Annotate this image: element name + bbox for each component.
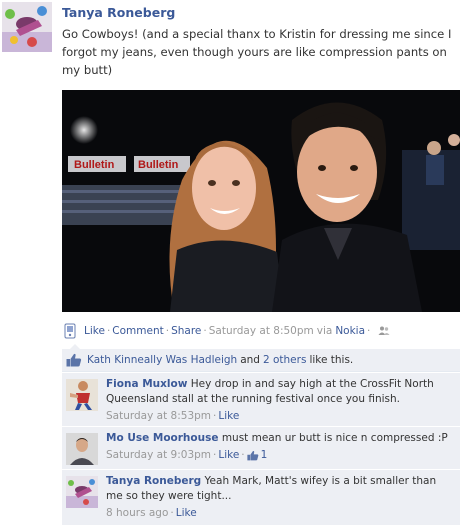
comment-author-name[interactable]: Mo Use Moorhouse — [106, 432, 218, 444]
thumbs-up-icon — [247, 450, 258, 461]
comment-item: Tanya Roneberg Yeah Mark, Matt's wifey i… — [62, 469, 460, 525]
comment-meta: Saturday at 9:03pm · Like · 1 — [106, 448, 456, 463]
comment-like-link[interactable]: Like — [218, 448, 239, 463]
comment-like-link[interactable]: Like — [176, 506, 197, 521]
photo-image: Bulletin Bulletin — [62, 90, 460, 312]
separator-dot: · — [367, 325, 371, 337]
avatar-image — [66, 379, 98, 411]
comment-timestamp[interactable]: Saturday at 9:03pm — [106, 448, 211, 463]
nokia-app-icon — [64, 323, 76, 339]
likers-names-link[interactable]: Kath Kinneally Was Hadleigh — [87, 354, 237, 366]
separator-dot: · — [165, 325, 170, 337]
comment-item: Mo Use Moorhouse must mean ur butt is ni… — [62, 426, 460, 469]
avatar-image — [66, 476, 98, 508]
likes-suffix-text: like this. — [309, 354, 354, 366]
comment-author-name[interactable]: Tanya Roneberg — [106, 475, 201, 487]
likes-and-text: and — [240, 354, 260, 366]
comment-timestamp[interactable]: 8 hours ago — [106, 506, 168, 521]
separator-dot: · — [106, 325, 111, 337]
like-link[interactable]: Like — [84, 325, 105, 337]
post-timestamp[interactable]: Saturday at 8:50pm — [209, 325, 314, 337]
post-author-name[interactable]: Tanya Roneberg — [62, 5, 175, 20]
comment-author-avatar[interactable] — [66, 379, 98, 411]
comment-like-link[interactable]: Like — [218, 409, 239, 424]
separator-dot: · — [170, 507, 174, 519]
comment-item: Fiona Muxlow Hey drop in and say high at… — [62, 372, 460, 426]
comment-meta: 8 hours ago · Like — [106, 506, 456, 521]
share-link[interactable]: Share — [171, 325, 201, 337]
separator-dot: · — [203, 325, 207, 337]
separator-dot: · — [213, 410, 217, 422]
feedback-caret — [70, 344, 80, 349]
via-app-link[interactable]: Nokia — [335, 325, 365, 337]
bulletin-sign-1: Bulletin — [74, 159, 115, 171]
post-message: Go Cowboys! (and a special thanx to Kris… — [62, 27, 452, 77]
comment-link[interactable]: Comment — [112, 325, 163, 337]
avatar-image — [66, 433, 98, 465]
likes-others-link[interactable]: 2 others — [263, 354, 306, 366]
comment-like-count[interactable]: 1 — [261, 448, 268, 463]
via-label: via — [316, 325, 333, 337]
separator-dot: · — [241, 449, 245, 461]
comment-text: must mean ur butt is nice n compressed :… — [221, 432, 448, 444]
comment-meta: Saturday at 8:53pm · Like — [106, 409, 456, 424]
post-author-avatar[interactable] — [2, 2, 52, 52]
avatar-image — [2, 2, 52, 52]
thumbs-up-icon — [66, 353, 82, 367]
comment-author-avatar[interactable] — [66, 476, 98, 508]
bulletin-sign-2: Bulletin — [138, 159, 179, 171]
comment-author-avatar[interactable] — [66, 433, 98, 465]
separator-dot: · — [213, 449, 217, 461]
likes-summary: Kath Kinneally Was Hadleigh and 2 others… — [62, 344, 460, 372]
comment-timestamp[interactable]: Saturday at 8:53pm — [106, 409, 211, 424]
post-actions-row: Like · Comment · Share · Saturday at 8:5… — [62, 322, 390, 340]
post-photo[interactable]: Bulletin Bulletin — [62, 90, 460, 312]
comment-author-name[interactable]: Fiona Muxlow — [106, 378, 187, 390]
friends-privacy-icon[interactable] — [378, 325, 390, 337]
